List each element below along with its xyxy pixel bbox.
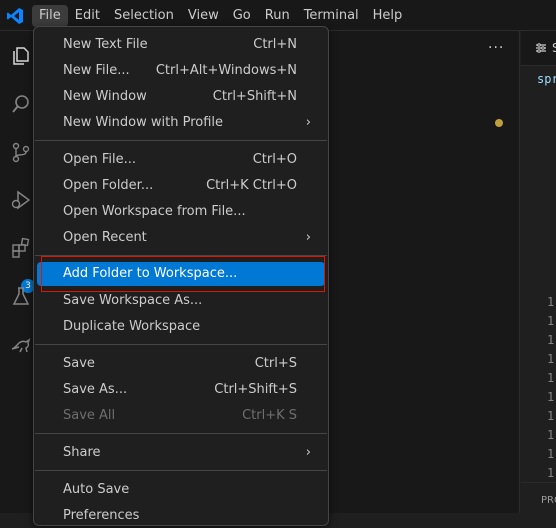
- menu-item-shortcut: Ctrl+O: [252, 152, 297, 167]
- menu-file[interactable]: File: [32, 4, 68, 27]
- menu-item-label: Share: [63, 445, 101, 460]
- menu-terminal[interactable]: Terminal: [297, 5, 366, 27]
- menu-item-open-file[interactable]: Open File... Ctrl+O: [37, 148, 325, 172]
- menu-item-label: New Text File: [63, 37, 148, 52]
- menu-item-new-text-file[interactable]: New Text File Ctrl+N: [37, 33, 325, 57]
- menu-item-shortcut: Ctrl+K Ctrl+O: [206, 178, 297, 193]
- menu-item-label: Open Recent: [63, 230, 147, 245]
- menu-go[interactable]: Go: [226, 5, 258, 27]
- line-number: 1: [547, 447, 555, 461]
- menu-item-share[interactable]: Share ›: [37, 441, 325, 465]
- kangaroo-extension-icon[interactable]: [10, 333, 32, 355]
- menu-run[interactable]: Run: [258, 5, 297, 27]
- highlight-outline: [41, 256, 325, 292]
- menu-help[interactable]: Help: [366, 5, 410, 27]
- menu-separator: [35, 470, 327, 471]
- menu-item-shortcut: Ctrl+K S: [242, 408, 297, 423]
- file-menu: New Text File Ctrl+N New File... Ctrl+Al…: [33, 26, 329, 526]
- menu-edit[interactable]: Edit: [68, 5, 107, 27]
- search-icon[interactable]: [10, 93, 32, 115]
- line-number: 1: [547, 314, 555, 328]
- menu-separator: [35, 344, 327, 345]
- menu-item-shortcut: Ctrl+N: [253, 37, 297, 52]
- menu-item-label: New Window: [63, 89, 147, 104]
- menu-selection[interactable]: Selection: [107, 5, 181, 27]
- more-actions-icon[interactable]: ···: [488, 40, 504, 56]
- menu-item-new-window-with-profile[interactable]: New Window with Profile ›: [37, 111, 325, 135]
- menu-item-shortcut: Ctrl+Alt+Windows+N: [155, 63, 297, 78]
- menu-item-open-workspace-from-file[interactable]: Open Workspace from File...: [37, 200, 325, 224]
- chevron-right-icon: ›: [305, 230, 311, 245]
- line-number: 1: [547, 390, 555, 404]
- line-number: 1: [547, 428, 555, 442]
- menu-item-label: Save Workspace As...: [63, 293, 203, 308]
- chevron-right-icon: ›: [305, 445, 311, 460]
- menu-item-label: New File...: [63, 63, 130, 78]
- line-number: 1: [547, 466, 555, 480]
- vscode-logo-icon[interactable]: [6, 7, 24, 25]
- explorer-icon[interactable]: [10, 45, 32, 67]
- menu-item-label: Auto Save: [63, 482, 130, 497]
- menu-item-shortcut: Ctrl+S: [254, 356, 297, 371]
- menu-view[interactable]: View: [181, 5, 226, 27]
- extensions-icon[interactable]: [10, 237, 32, 259]
- line-number: 1: [547, 409, 555, 423]
- code-text: spr: [537, 72, 556, 86]
- menu-item-label: Duplicate Workspace: [63, 319, 201, 334]
- source-control-icon[interactable]: [10, 141, 32, 163]
- menu-item-label: Open Workspace from File...: [63, 204, 246, 219]
- editor-area: S spr 1 1 1 1 1 1 1 1 1 1 PRO: [521, 31, 556, 513]
- run-debug-icon[interactable]: [10, 189, 32, 211]
- settings-file-icon: [536, 43, 546, 53]
- menu-item-new-window[interactable]: New Window Ctrl+Shift+N: [37, 85, 325, 109]
- panel-tab-problems[interactable]: PRO: [541, 495, 556, 506]
- menu-separator: [35, 433, 327, 434]
- chevron-right-icon: ›: [305, 115, 311, 130]
- line-number: 1: [547, 295, 555, 309]
- menu-item-auto-save[interactable]: Auto Save: [37, 478, 325, 502]
- menu-item-preferences[interactable]: Preferences: [37, 504, 325, 528]
- menu-item-save-workspace-as[interactable]: Save Workspace As...: [37, 289, 325, 313]
- menu-item-label: Save All: [63, 408, 116, 423]
- panel-divider: [521, 482, 556, 483]
- menu-item-shortcut: Ctrl+Shift+S: [214, 382, 297, 397]
- menu-item-duplicate-workspace[interactable]: Duplicate Workspace: [37, 315, 325, 339]
- menu-item-save-all: Save All Ctrl+K S: [37, 404, 325, 428]
- line-number: 1: [547, 333, 555, 347]
- menu-item-label: Open File...: [63, 152, 137, 167]
- menu-separator: [35, 140, 327, 141]
- menu-item-save-as[interactable]: Save As... Ctrl+Shift+S: [37, 378, 325, 402]
- testing-flask-icon[interactable]: [10, 285, 32, 307]
- menu-item-save[interactable]: Save Ctrl+S: [37, 352, 325, 376]
- editor-tab-label: S: [552, 41, 556, 55]
- menu-item-label: Save As...: [63, 382, 128, 397]
- menu-item-new-file[interactable]: New File... Ctrl+Alt+Windows+N: [37, 59, 325, 83]
- menu-item-shortcut: Ctrl+Shift+N: [212, 89, 297, 104]
- menu-item-label: Save: [63, 356, 95, 371]
- unsaved-indicator-dot: [495, 119, 503, 127]
- line-number: 1: [547, 352, 555, 366]
- menu-item-label: New Window with Profile: [63, 115, 224, 130]
- editor-tab[interactable]: S: [521, 31, 556, 66]
- menu-item-label: Open Folder...: [63, 178, 154, 193]
- line-number: 1: [547, 371, 555, 385]
- menu-item-label: Preferences: [63, 508, 140, 523]
- menu-item-open-recent[interactable]: Open Recent ›: [37, 226, 325, 250]
- menu-item-open-folder[interactable]: Open Folder... Ctrl+K Ctrl+O: [37, 174, 325, 198]
